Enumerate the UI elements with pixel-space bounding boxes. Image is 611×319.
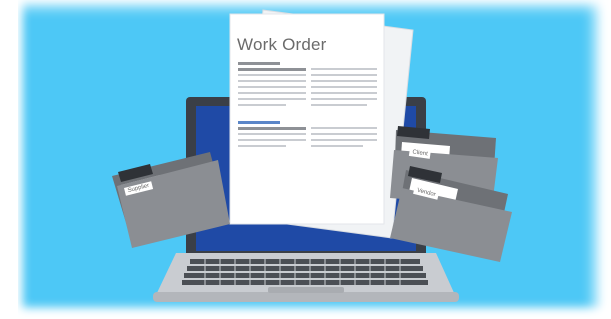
illustration-scene: Work Order Supplier Client Vendor [0,0,611,319]
document-title: Work Order [237,35,327,54]
laptop-base-edge [153,292,459,302]
trackpad [268,287,344,293]
